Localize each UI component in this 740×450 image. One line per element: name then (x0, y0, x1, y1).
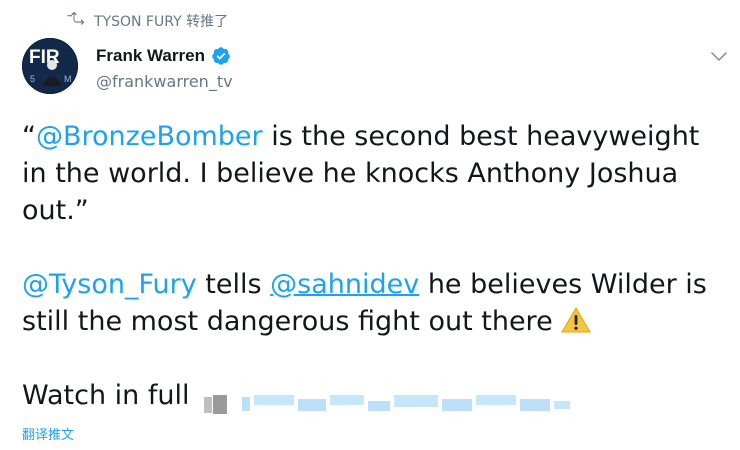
svg-text:M: M (64, 74, 72, 84)
mention-bronzebomber[interactable]: @BronzeBomber (36, 121, 263, 152)
retweet-icon (66, 10, 85, 32)
tweet-paragraph-1: “@BronzeBomber is the second best heavyw… (22, 118, 730, 229)
tweet-paragraph-3: Watch in full (22, 377, 730, 414)
tweet-paragraph-2: @Tyson_Fury tells @sahnidev he believes … (22, 266, 730, 340)
verified-badge-icon (211, 46, 231, 66)
tells-text: tells (196, 269, 271, 300)
quote-open: “ (22, 121, 36, 152)
mention-tyson-fury[interactable]: @Tyson_Fury (22, 269, 197, 300)
author-name[interactable]: Frank Warren (96, 46, 205, 66)
author-name-row[interactable]: Frank Warren (96, 46, 231, 66)
tweet-text: “@BronzeBomber is the second best heavyw… (22, 118, 730, 414)
author-handle[interactable]: @frankwarren_tv (96, 72, 233, 91)
watch-in-full-text: Watch in full (22, 380, 199, 411)
retweet-header[interactable]: TYSON FURY 转推了 (66, 10, 228, 32)
warning-icon (561, 306, 592, 334)
avatar[interactable]: FIR 5 M (22, 38, 78, 94)
retweet-label: TYSON FURY 转推了 (94, 14, 229, 30)
mention-sahnidev[interactable]: @sahnidev (270, 269, 419, 300)
svg-text:5: 5 (30, 74, 35, 84)
chevron-down-icon[interactable] (710, 48, 728, 62)
redacted-link[interactable] (202, 388, 582, 414)
translate-tweet-link[interactable]: 翻译推文 (22, 424, 74, 443)
